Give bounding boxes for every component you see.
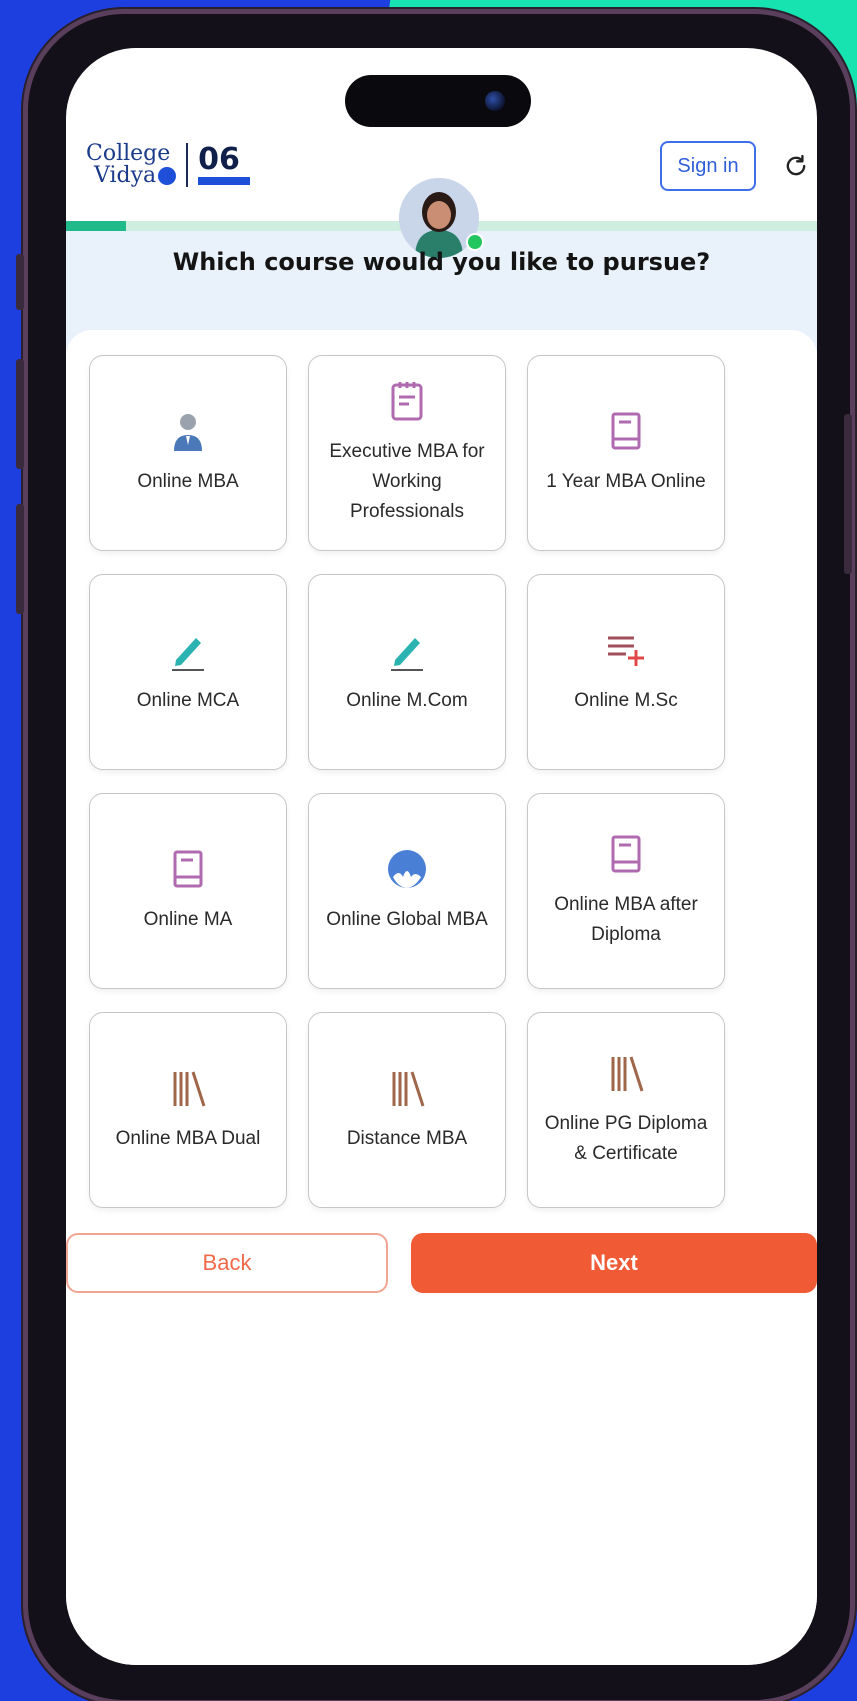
question-title: Which course would you like to pursue? xyxy=(172,248,711,276)
course-card-mba-after-diploma[interactable]: Online MBA after Diploma xyxy=(527,793,725,989)
book-icon xyxy=(611,835,641,873)
course-card-online-ma[interactable]: Online MA xyxy=(89,793,287,989)
books-icon xyxy=(611,1056,644,1092)
notepad-icon xyxy=(391,382,423,421)
globe-icon xyxy=(388,850,426,888)
books-icon xyxy=(392,1071,425,1107)
course-label: Online MBA Dual xyxy=(115,1128,261,1149)
course-label: Online MA xyxy=(143,909,233,930)
user-icon xyxy=(174,414,202,451)
dynamic-island xyxy=(345,75,531,127)
course-card-executive-mba[interactable]: Executive MBA for Working Professionals xyxy=(308,355,506,551)
logo-line-2: Vidya xyxy=(94,163,157,188)
course-label: Online MCA xyxy=(136,690,240,711)
course-card-online-mba[interactable]: Online MBA xyxy=(89,355,287,551)
course-card-pg-diploma[interactable]: Online PG Diploma & Certificate xyxy=(527,1012,725,1208)
course-card-online-mcom[interactable]: Online M.Com xyxy=(308,574,506,770)
college-vidya-logo[interactable]: College Vidya 06 xyxy=(86,140,251,190)
book-icon xyxy=(173,850,203,888)
course-label: Online PG Diploma & Certificate xyxy=(544,1113,708,1164)
course-label: Online MBA after Diploma xyxy=(554,894,698,945)
progress-bar-fill xyxy=(66,221,127,231)
course-card-online-msc[interactable]: Online M.Sc xyxy=(527,574,725,770)
course-card-online-mba-dual[interactable]: Online MBA Dual xyxy=(89,1012,287,1208)
course-label: 1 Year MBA Online xyxy=(546,471,706,492)
books-icon xyxy=(173,1071,206,1107)
logo-dot-icon xyxy=(158,167,177,185)
course-card-online-mca[interactable]: Online MCA xyxy=(89,574,287,770)
course-label: Online MBA xyxy=(137,471,239,492)
course-card-distance-mba[interactable]: Distance MBA xyxy=(308,1012,506,1208)
logo-divider xyxy=(186,143,189,187)
phone-screen: College Vidya 06 Sign in Which course wo… xyxy=(66,48,817,1665)
pencil-icon xyxy=(391,638,423,671)
sign-in-button[interactable]: Sign in xyxy=(660,141,756,191)
years-bar xyxy=(198,177,251,185)
course-options-panel: Online MBA Executive MBA for Working Pro… xyxy=(66,330,817,1665)
course-card-online-global-mba[interactable]: Online Global MBA xyxy=(308,793,506,989)
list-add-icon xyxy=(608,636,644,666)
course-label: Distance MBA xyxy=(346,1128,468,1149)
logo-line-1: College xyxy=(86,141,171,166)
course-label: Online M.Sc xyxy=(574,690,678,711)
camera-icon xyxy=(485,91,505,111)
next-button[interactable]: Next xyxy=(411,1233,817,1293)
course-label: Executive MBA for Working Professionals xyxy=(329,441,485,522)
course-label: Online M.Com xyxy=(346,690,468,711)
years-badge: 06 xyxy=(198,142,251,185)
phone-power-button xyxy=(844,414,852,574)
back-button[interactable]: Back xyxy=(66,1233,388,1293)
course-card-1-year-mba[interactable]: 1 Year MBA Online xyxy=(527,355,725,551)
course-label: Online Global MBA xyxy=(326,909,488,930)
phone-mute-button xyxy=(16,254,24,310)
phone-volume-up-button xyxy=(16,359,24,469)
pencil-icon xyxy=(172,638,204,671)
refresh-icon[interactable] xyxy=(782,152,810,180)
book-icon xyxy=(611,412,641,450)
years-number: 06 xyxy=(198,142,240,177)
phone-volume-down-button xyxy=(16,504,24,614)
